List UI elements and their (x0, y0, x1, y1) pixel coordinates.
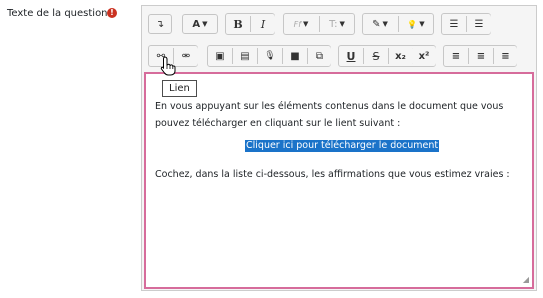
media-icon: ▤ (240, 50, 250, 62)
font-family-icon: Ff (293, 19, 302, 29)
exclamation-circle-icon: ! (107, 8, 117, 18)
align-left-button[interactable]: ≡ (444, 46, 468, 66)
unlink-button[interactable]: ⚮ (174, 46, 198, 66)
align-center-icon: ≡ (476, 50, 486, 62)
paragraph: En vous appuyant sur les éléments conten… (155, 101, 504, 129)
collapse-icon: ↴ (155, 18, 165, 30)
subscript-button[interactable]: x₂ (389, 46, 412, 66)
chevron-down-icon: ▼ (303, 20, 309, 28)
font-family-button[interactable]: Ff ▼ (284, 14, 318, 34)
italic-button[interactable]: I (251, 14, 275, 34)
insert-media-button[interactable]: ▤ (233, 46, 257, 66)
numbered-list-icon: ☰ (474, 18, 484, 30)
underline-button[interactable]: U (339, 46, 363, 66)
manage-files-button[interactable]: ⧉ (308, 46, 331, 66)
strikethrough-button[interactable]: S (364, 46, 388, 66)
files-icon: ⧉ (315, 50, 324, 62)
resize-handle-icon[interactable]: ◢ (523, 275, 529, 284)
selected-link-text[interactable]: Cliquer ici pour télécharger le document (245, 140, 440, 152)
insert-image-button[interactable]: ▣ (208, 46, 232, 66)
hand-cursor-icon (160, 56, 176, 76)
numbered-list-button[interactable]: ☰ (467, 14, 491, 34)
image-icon: ▣ (215, 50, 225, 62)
unlink-icon: ⚮ (181, 50, 191, 62)
align-left-icon: ≡ (451, 50, 461, 62)
microphone-icon: 🎙 (264, 51, 276, 61)
chevron-down-icon: ▼ (419, 20, 425, 28)
record-audio-button[interactable]: 🎙 (258, 46, 282, 66)
chevron-down-icon: ▼ (202, 20, 208, 28)
paragraph: Cochez, dans la liste ci-dessous, les af… (155, 169, 510, 180)
bold-button[interactable]: B (226, 14, 250, 34)
align-right-icon: ≡ (501, 50, 510, 62)
font-color-button[interactable]: A ▼ (182, 14, 218, 34)
font-size-icon: T: (329, 18, 338, 30)
record-video-button[interactable]: ■ (283, 46, 307, 66)
font-color-icon: A (192, 18, 201, 30)
align-right-button[interactable]: ≡ (494, 46, 517, 66)
bullet-list-icon: ☰ (449, 18, 459, 30)
editor-content-area[interactable]: En vous appuyant sur les éléments conten… (144, 72, 534, 289)
brush-icon: ✎ (372, 18, 381, 30)
video-camera-icon: ■ (290, 50, 300, 62)
bullet-list-button[interactable]: ☰ (442, 14, 466, 34)
text-style-button[interactable]: ✎ ▼ (363, 14, 397, 34)
align-center-button[interactable]: ≡ (469, 46, 493, 66)
lightbulb-icon: 💡 (407, 19, 418, 29)
collapse-toolbar-button[interactable]: ↴ (148, 14, 172, 34)
font-size-button[interactable]: T: ▼ (320, 14, 354, 34)
highlight-button[interactable]: 💡 ▼ (399, 14, 433, 34)
superscript-button[interactable]: x² (412, 46, 436, 66)
link-tooltip: Lien (162, 80, 197, 97)
chevron-down-icon: ▼ (339, 20, 345, 28)
chevron-down-icon: ▼ (382, 20, 388, 28)
field-label: Texte de la question (7, 8, 108, 19)
